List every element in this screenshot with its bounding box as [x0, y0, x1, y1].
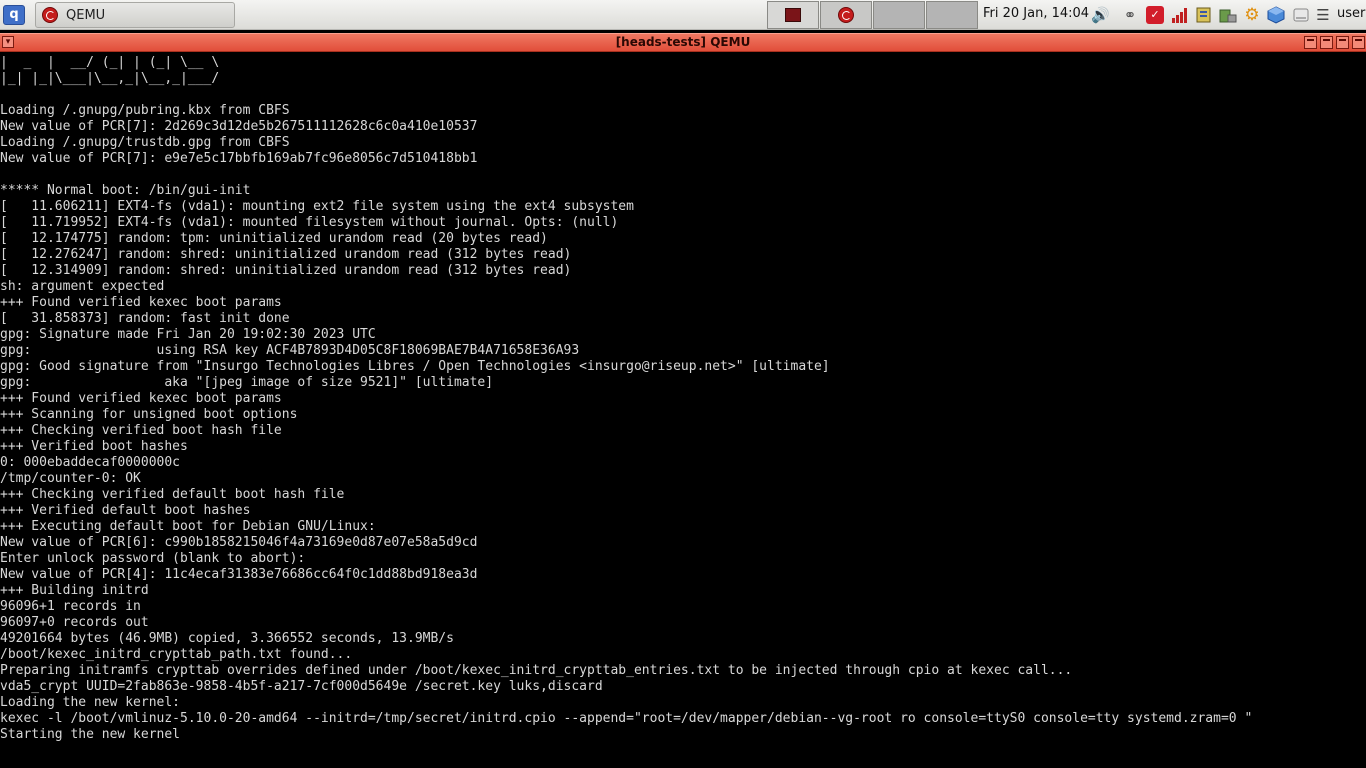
- console-line: +++ Executing default boot for Debian GN…: [0, 519, 376, 534]
- settings-gear-icon[interactable]: ⚙: [1243, 6, 1261, 24]
- window-titlebar[interactable]: ▾ [heads-tests] QEMU: [0, 33, 1366, 52]
- console-line: [ 12.174775] random: tpm: uninitialized …: [0, 231, 548, 246]
- console-line: gpg: Signature made Fri Jan 20 19:02:30 …: [0, 327, 376, 342]
- workspace-2[interactable]: [820, 1, 872, 29]
- console-line: New value of PCR[7]: e9e7e5c17bbfb169ab7…: [0, 151, 478, 166]
- console-line: _: [0, 759, 8, 768]
- console-line: +++ Building initrd: [0, 583, 149, 598]
- maximize-button[interactable]: [1336, 36, 1349, 49]
- console-line: [ 11.606211] EXT4-fs (vda1): mounting ex…: [0, 199, 634, 214]
- console-line: [ 11.719952] EXT4-fs (vda1): mounted fil…: [0, 215, 619, 230]
- console-line: New value of PCR[6]: c990b1858215046f4a7…: [0, 535, 478, 550]
- terminal-icon: [785, 8, 801, 22]
- workspace-1[interactable]: [767, 1, 819, 29]
- console-line: +++ Verified boot hashes: [0, 439, 188, 454]
- console-line: kexec -l /boot/vmlinuz-5.10.0-20-amd64 -…: [0, 711, 1253, 726]
- console-line: ***** Normal boot: /bin/gui-init: [0, 183, 251, 198]
- console-line: | _ | __/ (_| | (_| \__ \: [0, 55, 220, 70]
- console-line: Loading /.gnupg/trustdb.gpg from CBFS: [0, 135, 290, 150]
- drive-icon[interactable]: [1292, 6, 1310, 24]
- console-line: Loading /.gnupg/pubring.kbx from CBFS: [0, 103, 290, 118]
- console-line: +++ Found verified kexec boot params: [0, 391, 282, 406]
- console-line: [ 31.858373] random: fast init done: [0, 311, 290, 326]
- console-line: 0: 000ebaddecaf0000000c: [0, 455, 181, 470]
- window-title: [heads-tests] QEMU: [615, 35, 751, 49]
- console-line: /boot/kexec_initrd_crypttab_path.txt fou…: [0, 647, 353, 662]
- package-icon[interactable]: [1267, 6, 1285, 24]
- console-line: [ 12.314909] random: shred: uninitialize…: [0, 263, 572, 278]
- console-line: [ 12.276247] random: shred: uninitialize…: [0, 247, 572, 262]
- console-line: +++ Scanning for unsigned boot options: [0, 407, 298, 422]
- volume-icon[interactable]: 🔊: [1091, 6, 1110, 24]
- console-line: 96096+1 records in: [0, 599, 141, 614]
- qemu-console[interactable]: | _ | __/ (_| | (_| \__ \ |_| |_|\___|\__…: [0, 53, 1366, 768]
- console-line: 96097+0 records out: [0, 615, 149, 630]
- minimize-button[interactable]: [1320, 36, 1333, 49]
- app-menu-button[interactable]: q: [3, 5, 25, 25]
- console-line: +++ Found verified kexec boot params: [0, 295, 282, 310]
- menu-icon: q: [9, 7, 19, 22]
- console-line: /tmp/counter-0: OK: [0, 471, 141, 486]
- list-icon[interactable]: ☰: [1314, 6, 1332, 24]
- console-line: |_| |_|\___|\__,_|\__,_|___/: [0, 71, 220, 86]
- shield-icon[interactable]: ✓: [1146, 6, 1164, 24]
- qemu-logo-icon: [42, 7, 58, 23]
- console-line: 49201664 bytes (46.9MB) copied, 3.366552…: [0, 631, 454, 646]
- taskbar-item-qemu[interactable]: QEMU: [35, 2, 235, 28]
- clipboard-icon[interactable]: [1195, 6, 1213, 24]
- console-line: sh: argument expected: [0, 279, 165, 294]
- user-menu[interactable]: user: [1337, 6, 1365, 21]
- workspace-4[interactable]: [926, 1, 978, 29]
- console-line: +++ Checking verified default boot hash …: [0, 487, 345, 502]
- console-line: Starting the new kernel: [0, 727, 181, 742]
- lock-icon[interactable]: ⚭: [1121, 6, 1139, 24]
- console-line: vda5_crypt UUID=2fab863e-9858-4b5f-a217-…: [0, 679, 603, 694]
- console-line: gpg: Good signature from "Insurgo Techno…: [0, 359, 830, 374]
- console-line: New value of PCR[4]: 11c4ecaf31383e76686…: [0, 567, 478, 582]
- console-line: New value of PCR[7]: 2d269c3d12de5b26751…: [0, 119, 478, 134]
- console-line: +++ Checking verified boot hash file: [0, 423, 282, 438]
- console-line: gpg: using RSA key ACF4B7893D4D05C8F1806…: [0, 343, 580, 358]
- workspace-3[interactable]: [873, 1, 925, 29]
- console-line: Loading the new kernel:: [0, 695, 181, 710]
- clock[interactable]: Fri 20 Jan, 14:04: [983, 6, 1089, 21]
- taskbar: q QEMU Fri 20 Jan, 14:04 🔊 ⚭ ✓ ⚙ ☰ user: [0, 0, 1366, 30]
- network-signal-icon[interactable]: [1171, 6, 1189, 24]
- console-line: Enter unlock password (blank to abort):: [0, 551, 306, 566]
- close-button[interactable]: [1352, 36, 1365, 49]
- qemu-logo-icon: [838, 7, 854, 23]
- keyboard-icon[interactable]: [1219, 6, 1237, 24]
- shade-button[interactable]: [1304, 36, 1317, 49]
- taskbar-item-label: QEMU: [66, 8, 106, 23]
- console-line: Preparing initramfs crypttab overrides d…: [0, 663, 1073, 678]
- console-line: gpg: aka "[jpeg image of size 9521]" [ul…: [0, 375, 494, 390]
- console-line: +++ Verified default boot hashes: [0, 503, 251, 518]
